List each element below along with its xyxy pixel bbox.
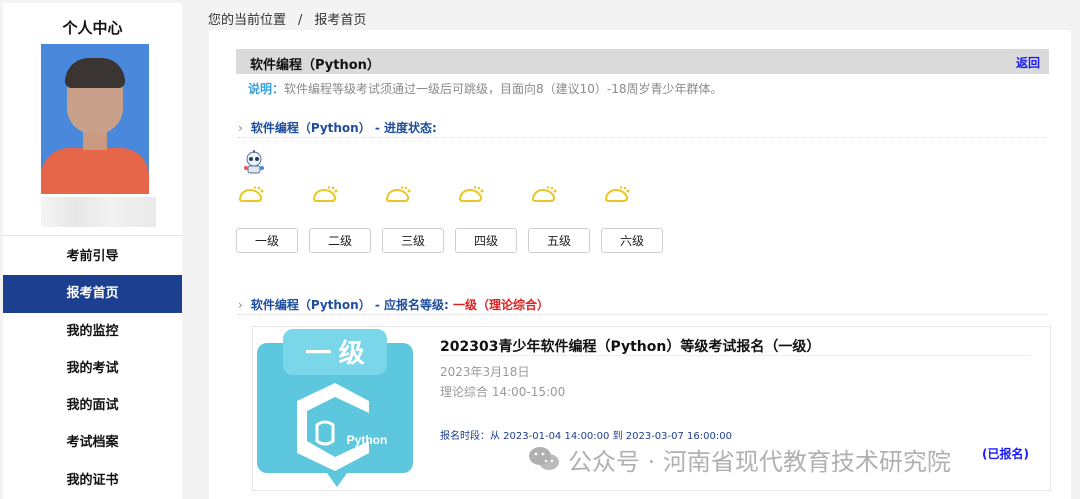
watermark: 公众号 · 河南省现代教育技术研究院 (528, 443, 951, 476)
progress-heading-text: 软件编程（Python） - 进度状态: (250, 121, 437, 135)
level-4-button[interactable]: 四级 (455, 228, 517, 253)
cover-badge-text: 一 级 (305, 338, 364, 368)
footprint-icon (604, 186, 630, 202)
sidebar-item-my-exams[interactable]: 我的考试 (3, 350, 182, 387)
sidebar-item-interviews[interactable]: 我的面试 (3, 387, 182, 424)
exam-title[interactable]: 202303青少年软件编程（Python）等级考试报名（一级） (440, 336, 820, 356)
sidebar-item-apply-home[interactable]: 报考首页 (3, 275, 182, 313)
exam-cover-image: 一 级 Python (257, 329, 413, 487)
sidebar-title: 个人中心 (62, 19, 123, 37)
level-1-button[interactable]: 一级 (236, 228, 298, 253)
description-text: 软件编程等级考试须通过一级后可跳级，目面向8（建议10）-18周岁青少年群体。 (284, 82, 723, 96)
breadcrumb: 您的当前位置 / 报考首页 (208, 9, 366, 28)
exam-date: 2023年3月18日 (440, 365, 530, 379)
footprint-icon (312, 186, 338, 202)
description: 说明：软件编程等级考试须通过一级后可跳级，目面向8（建议10）-18周岁青少年群… (248, 80, 723, 97)
apply-level-heading: › 软件编程（Python） - 应报名等级: 一级（理论综合） (238, 296, 549, 313)
subject-header: 软件编程（Python） 返回 (236, 49, 1049, 74)
breadcrumb-current[interactable]: 报考首页 (314, 13, 366, 28)
level-6-button[interactable]: 六级 (601, 228, 663, 253)
breadcrumb-separator: / (298, 13, 303, 28)
breadcrumb-prefix: 您的当前位置 (208, 13, 287, 28)
level-2-button[interactable]: 二级 (309, 228, 371, 253)
watermark-text: 公众号 · 河南省现代教育技术研究院 (568, 447, 951, 476)
level-3-button[interactable]: 三级 (382, 228, 444, 253)
chevron-right-icon: › (238, 298, 243, 312)
exam-time: 理论综合 14:00-15:00 (440, 385, 566, 399)
chevron-right-icon: › (238, 121, 243, 135)
back-link[interactable]: 返回 (1016, 54, 1040, 71)
divider (238, 314, 1048, 315)
sidebar-item-monitor[interactable]: 我的监控 (3, 313, 182, 350)
username-blurred (41, 197, 156, 227)
divider (440, 355, 1030, 356)
wechat-icon (529, 447, 559, 470)
level-5-button[interactable]: 五级 (528, 228, 590, 253)
sidebar-divider (3, 235, 182, 236)
sidebar: 个人中心 考前引导 报考首页 我的监控 我的考试 我的面试 考试档案 我的证书 (3, 3, 182, 499)
footprint-icon (238, 186, 264, 202)
registration-period: 报名时段：从 2023-01-04 14:00:00 到 2023-03-07 … (440, 431, 732, 442)
robot-mascot-icon (244, 150, 264, 174)
main-panel: 软件编程（Python） 返回 说明：软件编程等级考试须通过一级后可跳级，目面向… (209, 30, 1071, 499)
avatar (41, 44, 149, 194)
sidebar-menu: 考前引导 报考首页 我的监控 我的考试 我的面试 考试档案 我的证书 (3, 238, 182, 499)
apply-level-value: 一级（理论综合） (453, 298, 550, 312)
subject-title: 软件编程（Python） (250, 58, 380, 73)
sidebar-item-guide[interactable]: 考前引导 (3, 238, 182, 275)
apply-heading-text: 软件编程（Python） - 应报名等级: (250, 298, 454, 312)
footprint-icon (385, 186, 411, 202)
sidebar-item-records[interactable]: 考试档案 (3, 424, 182, 461)
cover-logo-text: Python (347, 433, 388, 447)
footprint-icon (458, 186, 484, 202)
description-label: 说明： (248, 82, 285, 96)
registered-status-button[interactable]: (已报名) (982, 445, 1029, 462)
progress-heading: › 软件编程（Python） - 进度状态: (238, 119, 437, 136)
footprint-icon (531, 186, 557, 202)
divider (238, 137, 1048, 138)
sidebar-item-certificates[interactable]: 我的证书 (3, 462, 182, 499)
